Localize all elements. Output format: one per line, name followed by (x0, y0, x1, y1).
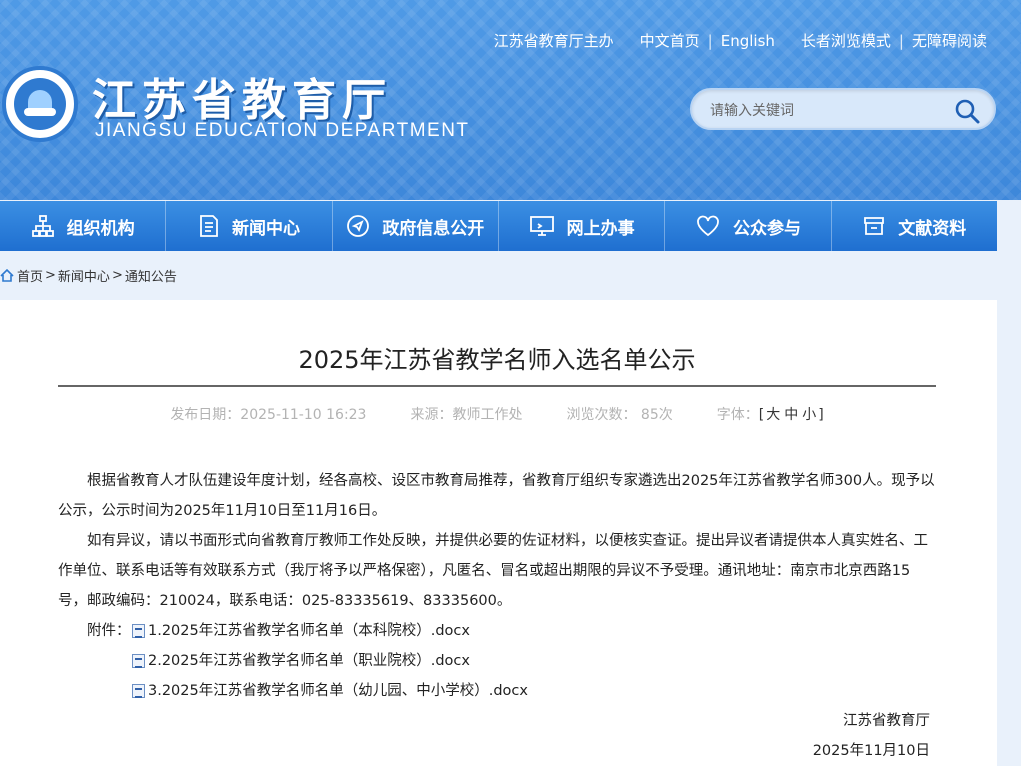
attachment-link[interactable]: 1.2025年江苏省教学名师名单（本科院校）.docx (148, 616, 470, 646)
nav-item-news[interactable]: 新闻中心 (166, 201, 333, 251)
home-icon (0, 269, 14, 282)
breadcrumb-home[interactable]: 首页 (17, 266, 43, 285)
paragraph: 根据省教育人才队伍建设年度计划，经各高校、设区市教育局推荐，省教育厅组织专家遴选… (58, 473, 935, 519)
nav-label: 公众参与 (732, 218, 801, 239)
font-size-label: 字体： (716, 407, 759, 423)
document-icon (200, 215, 218, 237)
nav-item-online-service[interactable]: 网上办事 (499, 201, 666, 251)
breadcrumb-separator: > (111, 268, 123, 283)
nav-item-archives[interactable]: 文献资料 (832, 201, 997, 251)
article-title: 2025年江苏省教学名师入选名单公示 (298, 346, 696, 374)
attachment-list: 附件： 1.2025年江苏省教学名师名单（本科院校）.docx 2.2025年江… (87, 616, 938, 706)
attachment-item: 附件： 1.2025年江苏省教学名师名单（本科院校）.docx (87, 616, 938, 646)
attachment-link[interactable]: 2.2025年江苏省教学名师名单（职业院校）.docx (148, 646, 470, 676)
nav-label: 网上办事 (566, 218, 635, 239)
nav-label: 文献资料 (898, 218, 967, 239)
send-icon (347, 215, 370, 237)
sign-date: 2025年11月10日 (812, 743, 930, 759)
word-doc-icon (132, 654, 145, 668)
logo-emblem[interactable] (2, 66, 78, 142)
english-link[interactable]: English (721, 32, 775, 50)
search-box (690, 88, 996, 130)
main-nav: 组织机构 新闻中心 政府信息公开 网上办事 公众参与 文献资料 (0, 201, 997, 251)
attachment-link[interactable]: 3.2025年江苏省教学名师名单（幼儿园、中小学校）.docx (148, 676, 528, 706)
article-source: 来源：教师工作处 (410, 407, 523, 423)
article-body: 根据省教育人才队伍建设年度计划，经各高校、设区市教育局推荐，省教育厅组织专家遴选… (58, 466, 938, 766)
font-large-button[interactable]: 大 (766, 407, 780, 423)
top-links: 江苏省教育厅主办 中文首页 | English 长者浏览模式 | 无障碍阅读 (494, 30, 987, 51)
title-divider (58, 385, 936, 387)
site-subtitle: JIANGSU EDUCATION DEPARTMENT (95, 120, 470, 141)
search-icon (955, 99, 980, 124)
nav-label: 政府信息公开 (382, 218, 485, 239)
monitor-icon (529, 216, 554, 236)
nav-label: 组织机构 (66, 218, 135, 239)
word-doc-icon (132, 684, 145, 698)
font-medium-button[interactable]: 中 (784, 407, 798, 423)
divider: | (707, 31, 713, 50)
search-button[interactable] (952, 96, 982, 126)
archive-icon (864, 217, 885, 235)
attachment-item: 3.2025年江苏省教学名师名单（幼儿园、中小学校）.docx (87, 676, 938, 706)
home-link[interactable]: 中文首页 (640, 30, 700, 51)
font-size-control: 字体：[大中小] (716, 407, 824, 423)
accessible-reading-link[interactable]: 无障碍阅读 (912, 30, 987, 51)
article-meta: 发布日期：2025-11-10 16:23 来源：教师工作处 浏览次数： 85次… (58, 404, 936, 424)
nav-item-organization[interactable]: 组织机构 (0, 201, 167, 251)
attachments-label: 附件： (87, 623, 131, 639)
divider: | (898, 31, 904, 50)
attachment-item: 2.2025年江苏省教学名师名单（职业院校）.docx (87, 646, 938, 676)
breadcrumb-separator: > (45, 268, 56, 283)
org-chart-icon (31, 215, 54, 237)
elder-mode-link[interactable]: 长者浏览模式 (801, 30, 891, 51)
breadcrumb-news[interactable]: 新闻中心 (58, 266, 110, 285)
site-title[interactable]: 江苏省教育厅 (92, 64, 392, 128)
word-doc-icon (132, 624, 145, 638)
view-count: 浏览次数： 85次 (566, 407, 673, 423)
logo-icon (14, 78, 66, 130)
nav-item-participation[interactable]: 公众参与 (665, 201, 832, 251)
publish-date: 发布日期：2025-11-10 16:23 (170, 407, 367, 423)
search-input[interactable] (710, 100, 940, 120)
content-panel: 2025年江苏省教学名师入选名单公示 发布日期：2025-11-10 16:23… (0, 300, 997, 766)
nav-label: 新闻中心 (231, 218, 300, 239)
signature: 江苏省教育厅 (843, 713, 930, 729)
paragraph: 如有异议，请以书面形式向省教育厅教师工作处反映，并提供必要的佐证材料，以便核实查… (58, 533, 928, 609)
heart-icon (697, 215, 719, 237)
sponsor-link[interactable]: 江苏省教育厅主办 (494, 30, 614, 51)
breadcrumb: 首页 > 新闻中心 > 通知公告 (0, 266, 177, 285)
breadcrumb-notice[interactable]: 通知公告 (125, 266, 177, 285)
font-small-button[interactable]: 小 (802, 407, 816, 423)
site-header: 江苏省教育厅主办 中文首页 | English 长者浏览模式 | 无障碍阅读 江… (0, 0, 1021, 200)
nav-item-gov-info[interactable]: 政府信息公开 (333, 201, 499, 251)
